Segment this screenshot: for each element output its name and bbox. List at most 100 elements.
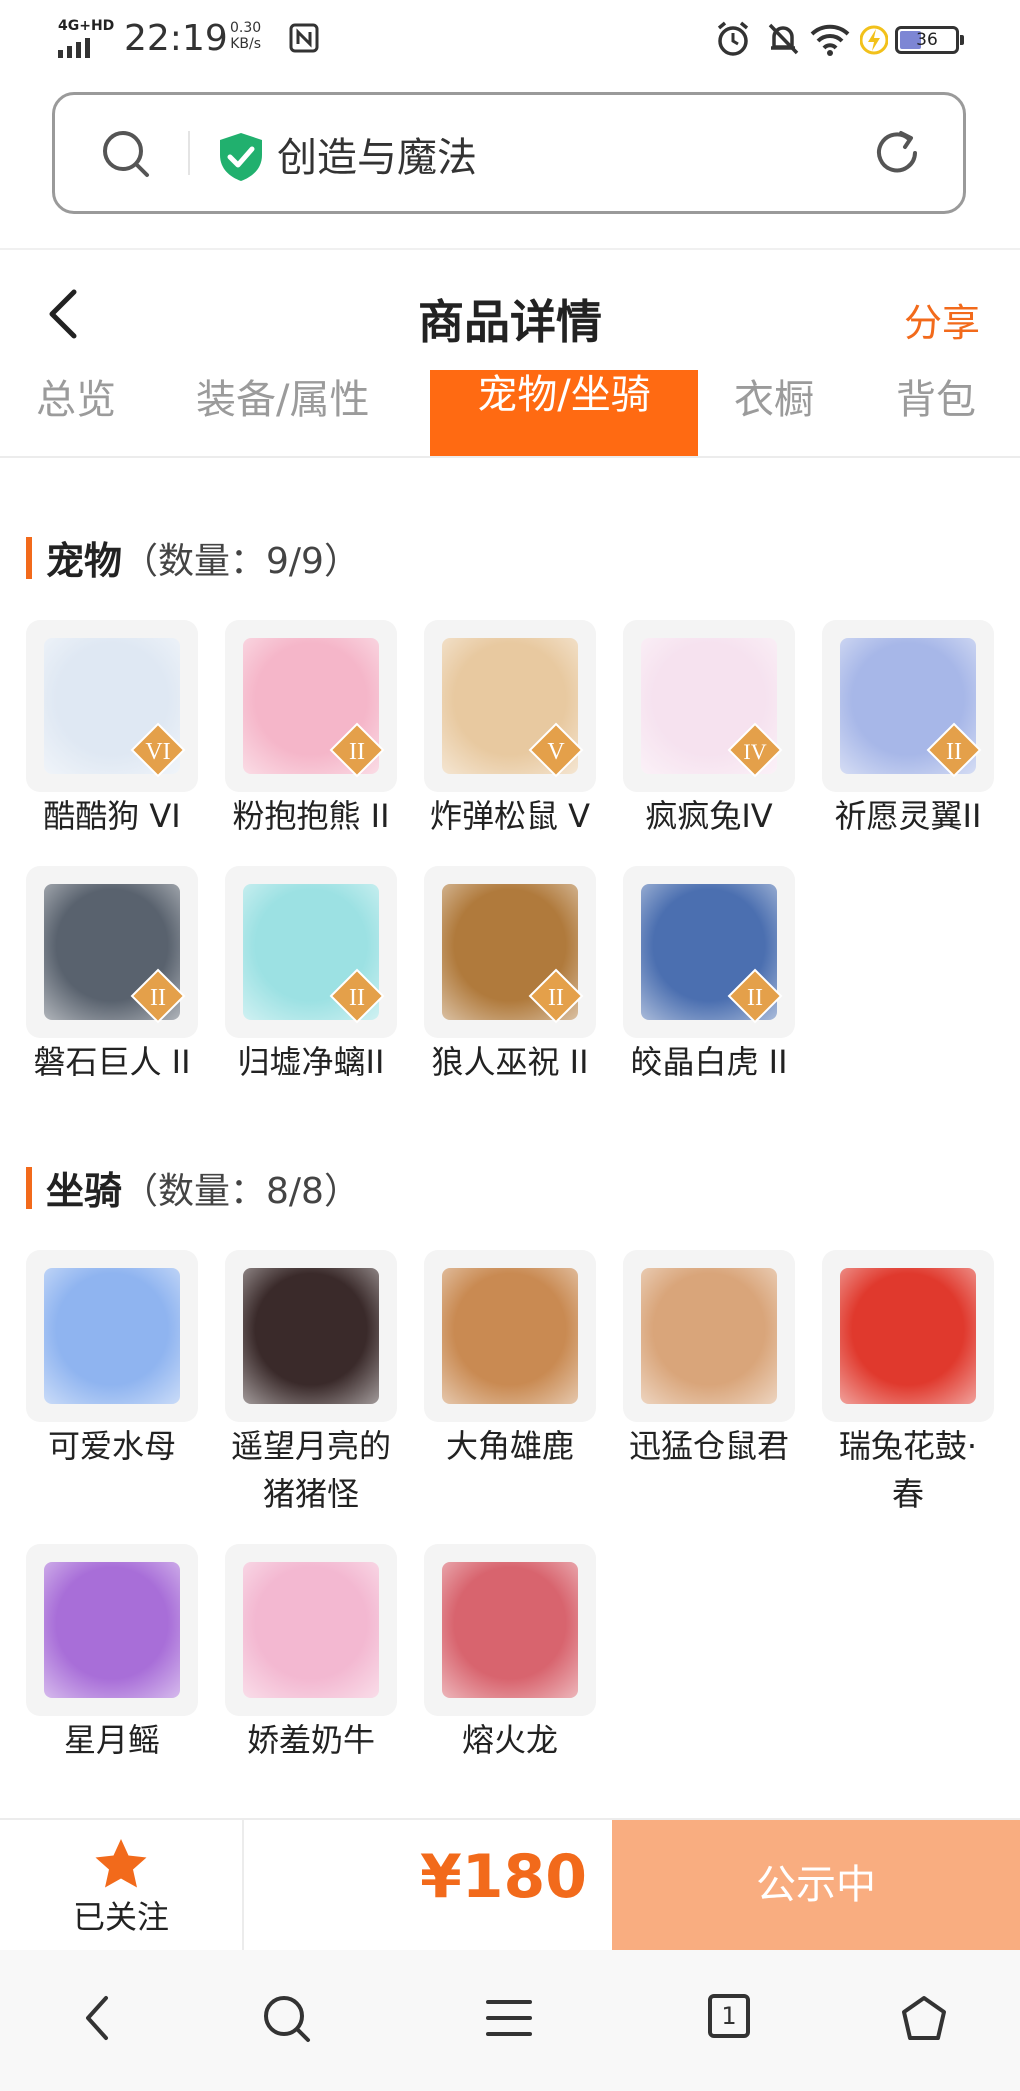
tier-badge-icon: II <box>926 722 982 778</box>
svg-text:VI: VI <box>145 739 170 765</box>
mount-card[interactable] <box>424 1544 596 1716</box>
verified-shield-icon <box>220 133 262 181</box>
tab-backpack[interactable]: 背包 <box>896 370 976 440</box>
divider <box>0 248 1020 250</box>
search-icon[interactable] <box>262 1994 312 2044</box>
section-marker <box>26 536 32 579</box>
address-separator <box>188 131 190 175</box>
mount-card[interactable] <box>822 1250 994 1422</box>
section-marker <box>26 1166 32 1209</box>
tab-overview[interactable]: 总览 <box>36 370 116 440</box>
mount-card[interactable] <box>623 1250 795 1422</box>
pet-card[interactable]: IV <box>623 620 795 792</box>
battery-icon: 36 <box>895 26 964 54</box>
mount-name: 迅猛仓鼠君 <box>628 1427 789 1465</box>
tier-badge-icon: VI <box>130 722 186 778</box>
tab-equipment[interactable]: 装备/属性 <box>196 370 369 440</box>
bottom-action-bar: 已关注 ¥180 公示中 <box>0 1818 1020 1950</box>
alarm-icon <box>717 21 749 56</box>
tier-badge-icon: IV <box>727 722 783 778</box>
clock: 22:19 <box>124 18 228 59</box>
pet-name: 皎晶白虎 II <box>630 1043 788 1081</box>
mount-name: 大角雄鹿 <box>445 1427 574 1465</box>
pets-title: 宠物 <box>46 539 123 583</box>
search-icon[interactable] <box>99 127 153 181</box>
mount-card[interactable] <box>26 1544 198 1716</box>
mount-image <box>442 1268 578 1404</box>
pet-card[interactable]: VI <box>26 620 198 792</box>
svg-text:II: II <box>548 985 564 1011</box>
reload-icon[interactable] <box>871 127 923 179</box>
mount-image <box>44 1562 180 1698</box>
svg-text:II: II <box>150 985 166 1011</box>
wifi-icon <box>810 24 850 56</box>
pet-name: 酷酷狗 VI <box>43 797 181 835</box>
network-type: 4G+HD <box>58 18 115 34</box>
tier-badge-icon: II <box>329 968 385 1024</box>
mount-name: 遥望月亮的猪猪怪 <box>230 1427 391 1513</box>
pet-name: 磐石巨人 II <box>33 1043 191 1081</box>
mount-image <box>442 1562 578 1698</box>
star-icon <box>95 1839 147 1888</box>
pets-count: （数量：9/9） <box>122 540 360 582</box>
pet-card[interactable]: II <box>225 620 397 792</box>
signal-icon: 4G+HD <box>56 18 115 58</box>
tier-badge-icon: II <box>130 968 186 1024</box>
share-button[interactable]: 分享 <box>904 292 980 347</box>
price: ¥180 <box>420 1842 587 1912</box>
svg-text:II: II <box>349 985 365 1011</box>
mount-name: 可爱水母 <box>47 1427 176 1465</box>
status-button[interactable]: 公示中 <box>612 1820 1020 1950</box>
svg-text:V: V <box>547 739 565 765</box>
mount-name: 瑞兔花鼓·春 <box>838 1427 978 1513</box>
mute-icon <box>768 23 799 55</box>
menu-icon[interactable] <box>486 1998 532 2038</box>
follow-label: 已关注 <box>72 1898 169 1936</box>
mount-image <box>44 1268 180 1404</box>
mount-image <box>243 1562 379 1698</box>
mount-card[interactable] <box>225 1250 397 1422</box>
pet-card[interactable]: II <box>822 620 994 792</box>
tabs-icon[interactable]: 1 <box>708 1994 750 2038</box>
mount-name: 熔火龙 <box>461 1721 558 1759</box>
mount-card[interactable] <box>26 1250 198 1422</box>
pet-card[interactable]: II <box>225 866 397 1038</box>
nfc-icon <box>289 23 319 53</box>
tier-badge-icon: II <box>727 968 783 1024</box>
mounts-title: 坐骑 <box>46 1169 123 1213</box>
svg-text:II: II <box>747 985 763 1011</box>
browser-nav-bar: 1 <box>0 1950 1020 2091</box>
back-icon[interactable] <box>78 1994 118 2042</box>
svg-text:IV: IV <box>743 739 766 764</box>
mount-image <box>641 1268 777 1404</box>
site-title[interactable]: 创造与魔法 <box>277 125 477 183</box>
mount-card[interactable] <box>424 1250 596 1422</box>
pet-name: 疯疯兔IV <box>645 797 773 835</box>
tier-badge-icon: II <box>528 968 584 1024</box>
svg-text:II: II <box>349 739 365 765</box>
pet-name: 炸弹松鼠 V <box>429 797 591 835</box>
mounts-section-header: 坐骑 （数量：8/8） <box>26 1160 360 1215</box>
mount-card[interactable] <box>225 1544 397 1716</box>
pet-card[interactable]: II <box>424 866 596 1038</box>
tab-pets-mounts[interactable]: 宠物/坐骑 <box>430 370 698 456</box>
home-icon[interactable] <box>900 1994 948 2042</box>
pet-card[interactable]: II <box>26 866 198 1038</box>
address-bar[interactable]: 创造与魔法 <box>52 92 966 214</box>
mount-name: 星月鳐 <box>63 1721 160 1759</box>
network-speed: 0.30 KB/s <box>230 20 262 52</box>
pet-card[interactable]: II <box>623 866 795 1038</box>
follow-button[interactable]: 已关注 <box>0 1820 244 1950</box>
tier-badge-icon: II <box>329 722 385 778</box>
pet-name: 狼人巫祝 II <box>431 1043 589 1081</box>
tab-wardrobe[interactable]: 衣橱 <box>734 370 814 440</box>
pet-name: 粉抱抱熊 II <box>232 797 390 835</box>
mount-name: 娇羞奶牛 <box>246 1721 375 1759</box>
status-bar: 4G+HD 22:19 0.30 KB/s 36 <box>0 0 1020 80</box>
mounts-count: （数量：8/8） <box>122 1170 360 1212</box>
charging-icon <box>860 25 888 55</box>
mount-image <box>840 1268 976 1404</box>
pet-card[interactable]: V <box>424 620 596 792</box>
pets-section-header: 宠物 （数量：9/9） <box>26 530 360 585</box>
tab-bar: 总览 装备/属性 宠物/坐骑 衣橱 背包 <box>0 370 1020 458</box>
